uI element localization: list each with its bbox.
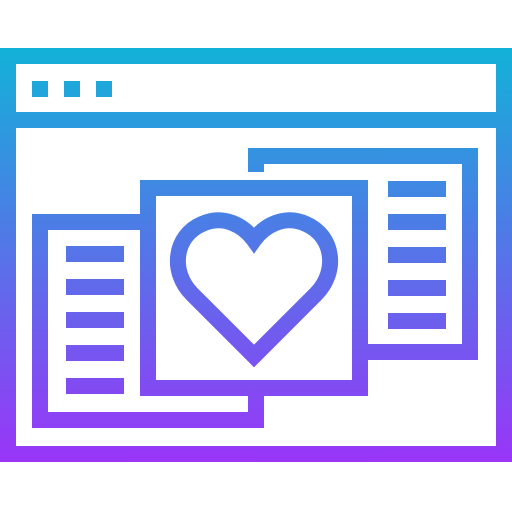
right-document-lines <box>388 181 446 329</box>
text-line <box>66 312 124 328</box>
icon-canvas <box>0 0 512 512</box>
text-line <box>388 214 446 230</box>
text-line <box>388 280 446 296</box>
window-dots <box>32 81 112 97</box>
text-line <box>388 181 446 197</box>
text-line <box>388 247 446 263</box>
text-line <box>66 279 124 295</box>
text-line <box>66 246 124 262</box>
browser-favorite-icon <box>0 48 512 462</box>
window-dot <box>64 81 80 97</box>
text-line <box>388 313 446 329</box>
window-dot <box>96 81 112 97</box>
left-document-lines <box>66 246 124 394</box>
window-dot <box>32 81 48 97</box>
text-line <box>66 345 124 361</box>
text-line <box>66 378 124 394</box>
